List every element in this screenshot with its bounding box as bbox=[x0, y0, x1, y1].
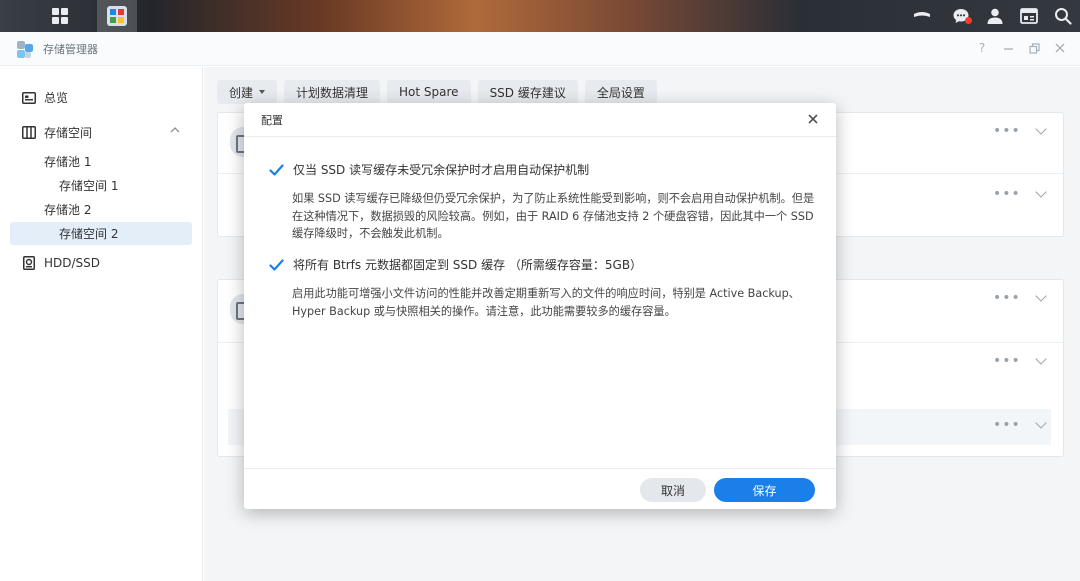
search-icon bbox=[1055, 8, 1072, 25]
search-button[interactable] bbox=[1046, 0, 1080, 32]
close-dialog-icon[interactable] bbox=[806, 112, 820, 126]
description-line: 在这种情况下，数据损毁的风险较高。例如，由于 RAID 6 存储池支持 2 个硬… bbox=[292, 209, 814, 223]
sidebar-item-label: 存储池 2 bbox=[44, 203, 92, 217]
sidebar-item-label: 存储空间 1 bbox=[59, 179, 119, 193]
close-icon bbox=[1055, 43, 1065, 53]
storage-manager-app-icon bbox=[16, 40, 34, 58]
sidebar: 总览 存储空间 存储池 1 存储空间 1 存储池 2 存储空间 2 HDD/SS… bbox=[0, 67, 203, 581]
pin-metadata-description: 启用此功能可增强小文件访问的性能并改善定期重新写入的文件的响应时间，特别是 Ac… bbox=[292, 285, 812, 320]
chevron-down-icon[interactable] bbox=[1035, 186, 1047, 198]
chevron-down-icon[interactable] bbox=[1035, 353, 1047, 365]
global-settings-button[interactable]: 全局设置 bbox=[584, 80, 657, 104]
dialog-header: 配置 bbox=[244, 103, 836, 137]
sidebar-item-volume-2[interactable]: 存储空间 2 bbox=[10, 222, 192, 245]
sidebar-item-hdd-ssd[interactable]: HDD/SSD bbox=[10, 251, 192, 274]
create-dropdown-button[interactable]: 创建 bbox=[217, 80, 278, 104]
more-options-icon[interactable]: ••• bbox=[993, 353, 1021, 369]
sidebar-item-overview[interactable]: 总览 bbox=[10, 86, 192, 109]
cancel-button[interactable]: 取消 bbox=[640, 478, 706, 502]
storage-manager-icon bbox=[107, 6, 127, 26]
sidebar-item-pool-2[interactable]: 存储池 2 bbox=[10, 198, 192, 221]
minimize-button[interactable] bbox=[1002, 41, 1014, 55]
taskbar-storage-manager-button[interactable] bbox=[97, 0, 137, 32]
sidebar-item-storage[interactable]: 存储空间 bbox=[10, 121, 192, 144]
help-button[interactable]: ? bbox=[976, 41, 988, 55]
pin-metadata-option[interactable]: 将所有 Btrfs 元数据都固定到 SSD 缓存 （所需缓存容量：5GB） bbox=[268, 256, 642, 273]
description-line: 缓存降级时，不会触发此机制。 bbox=[292, 227, 449, 240]
sidebar-item-label: 存储空间 bbox=[44, 126, 93, 140]
help-icon: ? bbox=[978, 41, 986, 55]
sidebar-item-label: 存储池 1 bbox=[44, 155, 92, 169]
dialog-title: 配置 bbox=[261, 113, 283, 127]
description-line: 如果 SSD 读写缓存已降级但仍受冗余保护，为了防止系统性能受到影响，则不会启用… bbox=[292, 192, 815, 205]
create-label: 创建 bbox=[229, 85, 254, 100]
auto-protect-description: 如果 SSD 读写缓存已降级但仍受冗余保护，为了防止系统性能受到影响，则不会启用… bbox=[292, 190, 815, 243]
data-scrubbing-button[interactable]: 计划数据清理 bbox=[284, 80, 381, 104]
chevron-down-icon[interactable] bbox=[1035, 123, 1047, 135]
save-button[interactable]: 保存 bbox=[714, 478, 815, 502]
sidebar-item-pool-1[interactable]: 存储池 1 bbox=[10, 150, 192, 173]
hot-spare-button[interactable]: Hot Spare bbox=[387, 80, 471, 104]
checkmark-icon bbox=[268, 163, 284, 176]
user-icon bbox=[987, 8, 1003, 24]
description-line: Hyper Backup 或与快照相关的操作。请注意，此功能需要较多的缓存容量。 bbox=[292, 304, 676, 318]
restore-button[interactable] bbox=[1028, 41, 1040, 55]
config-dialog: 配置 仅当 SSD 读写缓存未受冗余保护时才启用自动保护机制 如果 SSD 读写… bbox=[244, 103, 836, 509]
sidebar-item-label: HDD/SSD bbox=[44, 255, 101, 270]
ssd-cache-advisor-button[interactable]: SSD 缓存建议 bbox=[477, 80, 578, 104]
window-title: 存储管理器 bbox=[43, 42, 98, 56]
widgets-button[interactable] bbox=[1012, 0, 1046, 32]
more-options-icon[interactable]: ••• bbox=[993, 123, 1021, 139]
more-options-icon[interactable]: ••• bbox=[993, 417, 1021, 433]
user-button[interactable] bbox=[978, 0, 1012, 32]
chevron-down-icon[interactable] bbox=[1035, 417, 1047, 429]
window-titlebar: 存储管理器 ? bbox=[0, 32, 1080, 66]
more-options-icon[interactable]: ••• bbox=[993, 290, 1021, 306]
chevron-up-icon[interactable] bbox=[170, 127, 180, 133]
upload-tray-icon bbox=[914, 12, 930, 17]
overview-icon bbox=[22, 91, 36, 105]
sidebar-item-label: 存储空间 2 bbox=[59, 227, 119, 241]
checkmark-icon bbox=[268, 258, 284, 271]
pin-metadata-checkbox[interactable] bbox=[268, 257, 284, 273]
more-options-icon[interactable]: ••• bbox=[993, 186, 1021, 202]
auto-protect-checkbox[interactable] bbox=[268, 162, 284, 178]
storage-icon bbox=[22, 126, 36, 140]
notification-badge bbox=[965, 17, 972, 24]
description-line: 启用此功能可增强小文件访问的性能并改善定期重新写入的文件的响应时间，特别是 Ac… bbox=[292, 287, 800, 300]
dsm-taskbar bbox=[0, 0, 1080, 32]
auto-protect-option[interactable]: 仅当 SSD 读写缓存未受冗余保护时才启用自动保护机制 bbox=[268, 161, 589, 178]
pin-metadata-label: 将所有 Btrfs 元数据都固定到 SSD 缓存 （所需缓存容量：5GB） bbox=[293, 258, 643, 272]
widgets-icon bbox=[1020, 8, 1038, 24]
sidebar-item-label: 总览 bbox=[44, 91, 69, 105]
minimize-icon bbox=[1003, 47, 1013, 50]
close-window-button[interactable] bbox=[1054, 41, 1066, 55]
main-menu-icon bbox=[52, 8, 68, 24]
dialog-footer: 取消 保存 bbox=[244, 468, 836, 509]
caret-down-icon bbox=[259, 90, 266, 94]
toolbar: 创建 计划数据清理 Hot Spare SSD 缓存建议 全局设置 bbox=[217, 80, 657, 104]
chevron-down-icon[interactable] bbox=[1035, 290, 1047, 302]
auto-protect-label: 仅当 SSD 读写缓存未受冗余保护时才启用自动保护机制 bbox=[293, 163, 590, 177]
taskbar-collapse-button[interactable] bbox=[900, 0, 944, 32]
notifications-button[interactable] bbox=[944, 0, 978, 32]
hdd-icon bbox=[22, 255, 36, 270]
main-menu-button[interactable] bbox=[40, 0, 80, 32]
restore-icon bbox=[1028, 42, 1040, 54]
sidebar-item-volume-1[interactable]: 存储空间 1 bbox=[10, 174, 192, 197]
